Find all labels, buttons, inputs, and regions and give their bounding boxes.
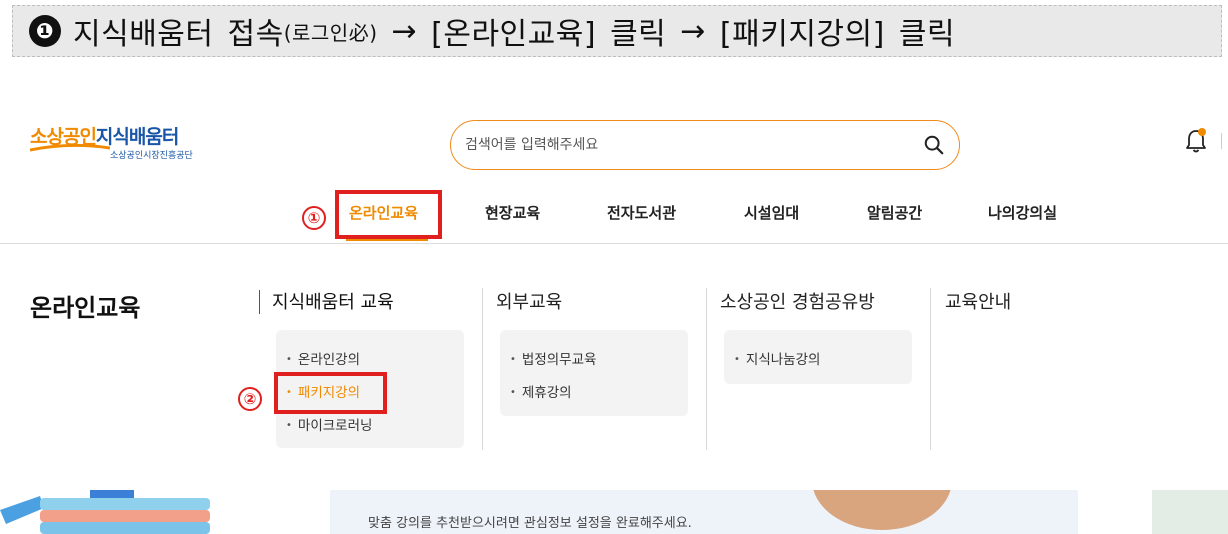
banner-text-2: 접속 [227, 17, 284, 52]
nav-my-classroom[interactable]: 나의강의실 [988, 202, 1057, 223]
header-divider [1221, 133, 1222, 149]
banner-text-5: [패키지강의] [719, 17, 885, 52]
column-title-guide[interactable]: 교육안내 [945, 288, 1011, 314]
nav-field-education[interactable]: 현장교육 [485, 202, 540, 223]
highlight-box-package [274, 372, 387, 414]
banner-arrow-1: → [391, 13, 418, 49]
column-divider [930, 288, 931, 450]
banner-text-6: 클릭 [898, 17, 956, 52]
column-divider [706, 288, 707, 450]
menu-item-online-lecture[interactable]: 온라인강의 [286, 348, 360, 368]
column-title-knowledge[interactable]: 지식배움터 교육 [272, 288, 394, 314]
banner-illustration-left [0, 490, 258, 534]
nav-divider [0, 243, 1228, 244]
column-divider [259, 290, 260, 314]
menu-item-knowledge-sharing[interactable]: 지식나눔강의 [734, 348, 821, 368]
step-marker-1: ① [302, 206, 326, 230]
mega-menu-title: 온라인교육 [30, 294, 141, 322]
notification-dot [1198, 128, 1206, 136]
step-marker-2: ② [238, 387, 262, 411]
books-illustration-icon [0, 490, 258, 534]
banner-message-text: 맞춤 강의를 추천받으시려면 관심정보 설정을 완료해주세요. [368, 516, 692, 531]
banner-arrow-2: → [680, 13, 706, 49]
search-input[interactable] [465, 133, 905, 157]
banner-text-1: 지식배움터 [73, 17, 214, 52]
menu-item-mandatory-education[interactable]: 법정의무교육 [510, 348, 597, 368]
banner-text-3: [온라인교육] [431, 17, 597, 52]
column-title-external[interactable]: 외부교육 [496, 288, 562, 314]
highlight-box-nav [335, 190, 442, 239]
menu-item-partner-lecture[interactable]: 제휴강의 [510, 381, 572, 401]
step-number: ❶ [29, 15, 61, 47]
menu-item-micro-learning[interactable]: 마이크로러닝 [286, 414, 373, 434]
nav-notice[interactable]: 알림공간 [867, 202, 922, 223]
banner-ball-illustration [808, 490, 956, 534]
search-icon[interactable] [923, 134, 945, 156]
banner-note: (로그인必) [283, 20, 378, 45]
column-title-experience[interactable]: 소상공인 경험공유방 [720, 288, 875, 314]
banner-illustration-right [1152, 490, 1228, 534]
column-box-external [500, 330, 688, 416]
search-bar [450, 120, 960, 170]
logo-subtext: 소상공인시장진흥공단 [110, 151, 193, 161]
instruction-banner: ❶ 지식배움터 접속 (로그인必) → [온라인교육] 클릭 → [패키지강의]… [12, 5, 1222, 57]
column-divider [482, 288, 483, 450]
ball-illustration-icon [813, 490, 951, 530]
site-logo[interactable]: 소상공인지식배움터 소상공인시장진흥공단 [30, 122, 200, 164]
banner-text-4: 클릭 [610, 17, 667, 52]
nav-e-library[interactable]: 전자도서관 [607, 202, 676, 223]
logo-swoosh-icon [30, 144, 110, 152]
nav-facility-rental[interactable]: 시설임대 [744, 202, 799, 223]
